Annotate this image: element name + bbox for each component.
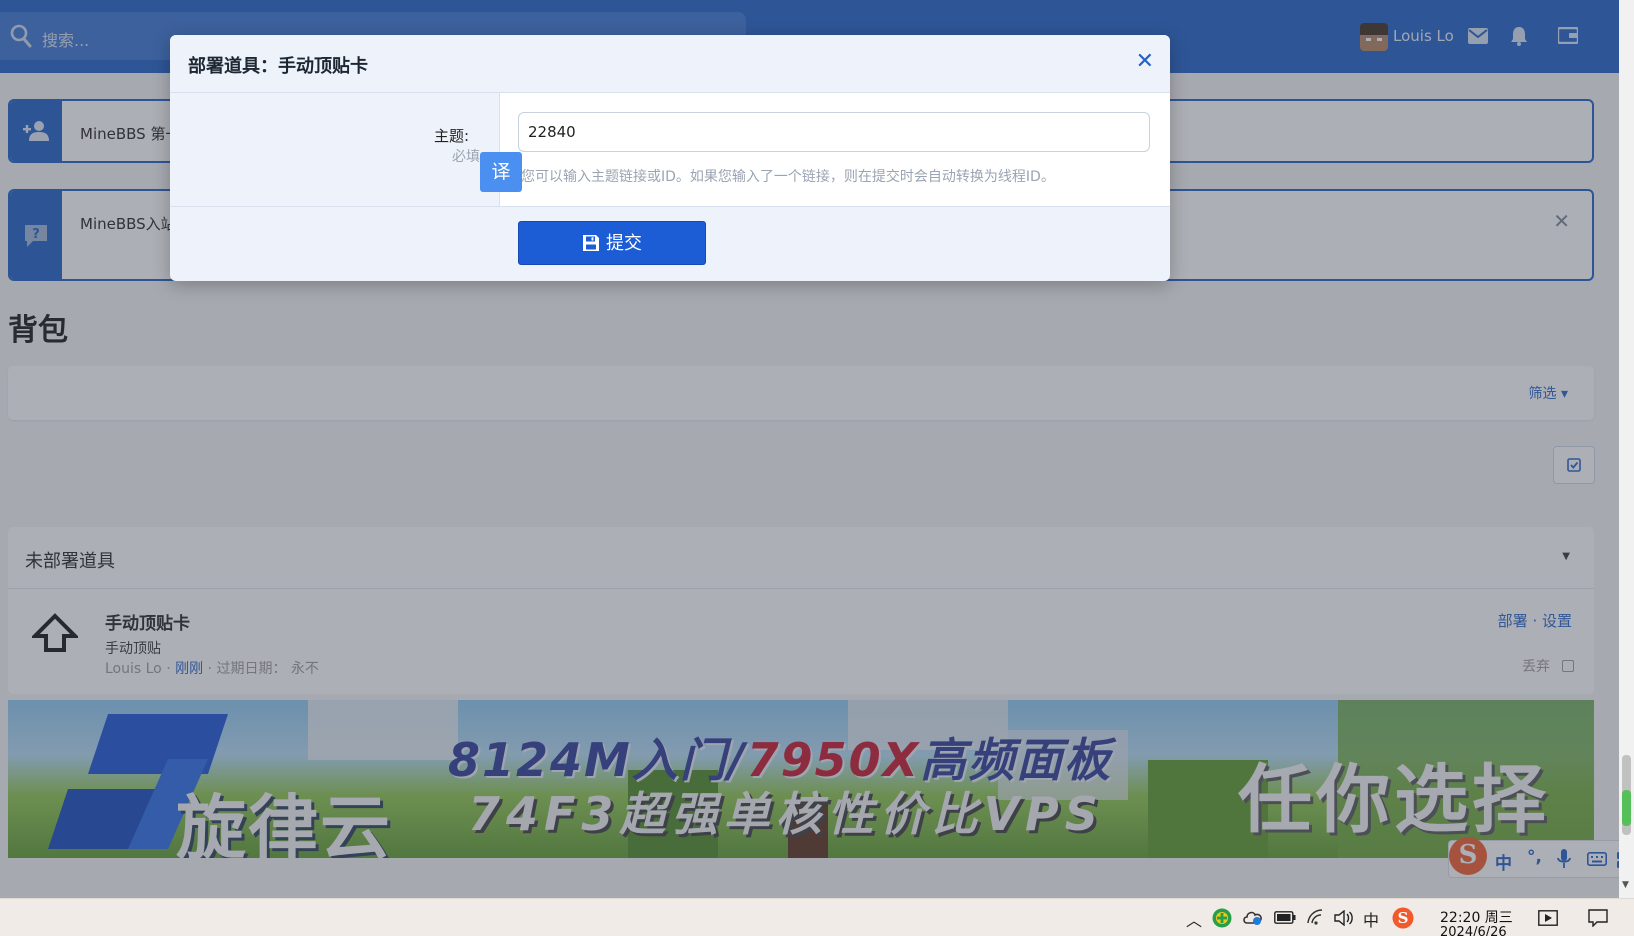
form-label-column: 主题: 必填 xyxy=(170,93,500,206)
dialog-title: 部署道具：手动顶贴卡 xyxy=(188,56,368,77)
deploy-item-dialog: 部署道具：手动顶贴卡 ✕ 主题: 必填 您可以输入主题链接或ID。如果您输入了一… xyxy=(170,35,1170,281)
required-hint: 必填 xyxy=(452,149,480,165)
topic-input[interactable] xyxy=(518,112,1150,152)
submit-button[interactable]: 提交 xyxy=(518,221,706,265)
clock-time[interactable]: 22:20 周三 xyxy=(1440,907,1513,927)
submit-label: 提交 xyxy=(606,233,642,254)
scrollbar-marker xyxy=(1622,790,1631,826)
topic-field-hint: 您可以输入主题链接或ID。如果您输入了一个链接，则在提交时会自动转换为线程ID。 xyxy=(521,169,1055,185)
translate-button[interactable]: 译 xyxy=(480,152,522,192)
play-icon[interactable] xyxy=(1538,910,1558,926)
chevron-up-icon[interactable]: ︿ xyxy=(1186,907,1202,931)
page-scrollbar[interactable]: ▼ xyxy=(1619,0,1634,898)
dialog-header: 部署道具：手动顶贴卡 ✕ xyxy=(170,35,1170,93)
wifi-icon[interactable] xyxy=(1306,909,1326,925)
dialog-body: 主题: 必填 您可以输入主题链接或ID。如果您输入了一个链接，则在提交时会自动转… xyxy=(170,93,1170,207)
save-icon xyxy=(583,235,599,251)
input-language-indicator[interactable]: 中 xyxy=(1363,907,1379,931)
sogou-ime-icon[interactable]: S xyxy=(1392,907,1414,929)
battery-icon[interactable] xyxy=(1274,911,1296,924)
clock-date[interactable]: 2024/6/26 xyxy=(1440,925,1507,936)
speaker-icon[interactable] xyxy=(1333,910,1353,926)
cloud-sync-icon[interactable] xyxy=(1242,908,1264,926)
scroll-down-icon[interactable]: ▼ xyxy=(1622,880,1629,890)
green-plus-icon[interactable] xyxy=(1212,908,1232,928)
close-icon[interactable]: ✕ xyxy=(1136,49,1154,74)
os-taskbar: ︿ 中 S 22:20 周三 2024/6/26 xyxy=(0,898,1634,936)
svg-text:S: S xyxy=(1398,909,1409,927)
topic-field-label: 主题: xyxy=(433,127,469,145)
notification-center-icon[interactable] xyxy=(1588,909,1608,927)
